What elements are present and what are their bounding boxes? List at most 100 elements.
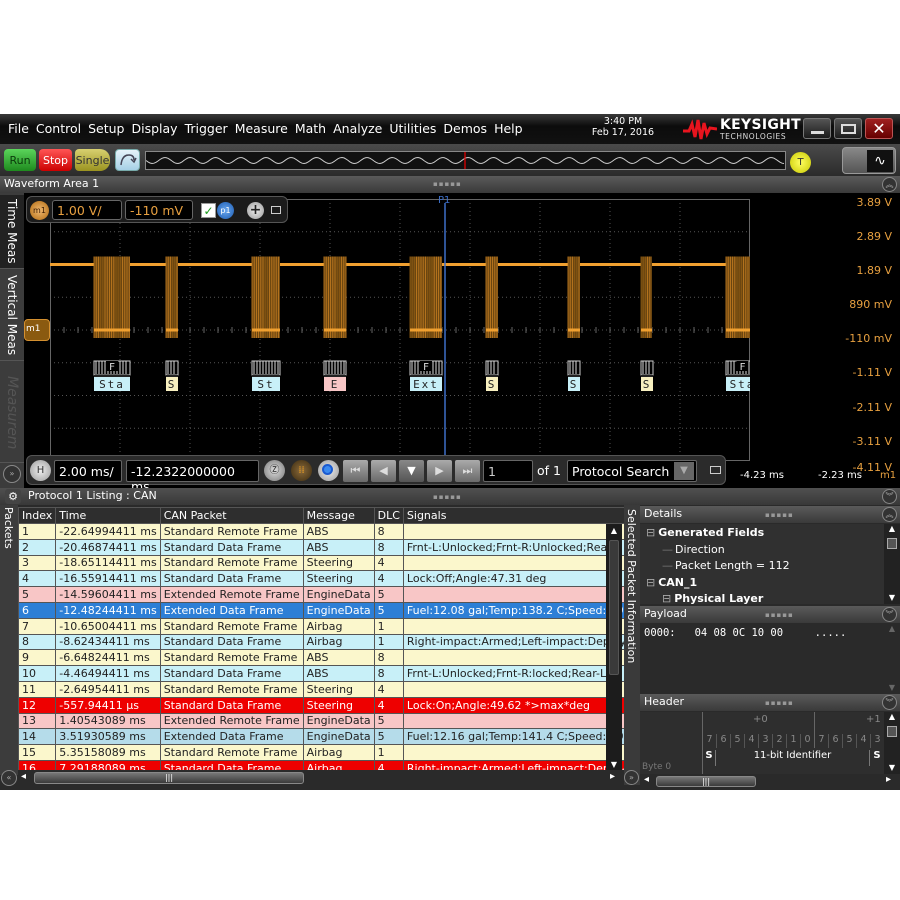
table-row[interactable]: 3 -18.65114411 ms Standard Remote Frame Ste… <box>18 554 624 572</box>
decode-packet[interactable]: St <box>251 360 281 391</box>
single-button[interactable]: Single <box>75 149 110 171</box>
scroll-right-icon[interactable]: ▸ <box>886 774 891 785</box>
table-row[interactable]: 11 -2.64954411 ms Standard Remote Frame Ste… <box>18 680 624 698</box>
menu-setup[interactable]: Setup <box>88 121 124 136</box>
header-horizontal-scrollbar[interactable]: ◂ ||| ▸ <box>640 774 900 789</box>
time-position-field[interactable]: -12.2322000000 ms <box>126 460 259 494</box>
waveform-graticule[interactable]: FStaSStEFExtSSSFStaS <box>50 199 750 461</box>
undock-icon[interactable] <box>710 466 721 474</box>
expand-icon[interactable]: ⊟ <box>646 576 655 589</box>
table-row[interactable]: 16 7.29188089 ms Standard Data Frame Airbag… <box>18 759 624 770</box>
table-row[interactable]: 15 5.35158089 ms Standard Remote Frame Airb… <box>18 744 624 761</box>
menu-demos[interactable]: Demos <box>443 121 487 136</box>
last-result-button[interactable]: ⏭ <box>455 460 480 482</box>
resize-grip[interactable]: ▪▪▪▪▪ <box>765 611 794 619</box>
trigger-status-badge[interactable]: T <box>790 152 811 173</box>
markers-button[interactable]: ⁞⁞ <box>291 460 312 481</box>
search-mode-select[interactable]: Protocol Search ▼ <box>567 460 697 482</box>
table-row[interactable]: 2 -20.46874411 ms Standard Data Frame ABS 8 F… <box>18 538 624 556</box>
vertical-offset-field[interactable]: -110 mV <box>125 200 193 220</box>
column-header-index[interactable]: Index <box>18 507 57 524</box>
table-row[interactable]: 12 -557.94411 µs Standard Data Frame Steeri… <box>18 696 624 714</box>
expand-header-button[interactable]: ︾ <box>882 695 897 710</box>
channel-ground-marker[interactable]: m1 <box>24 319 50 341</box>
menu-math[interactable]: Math <box>295 121 326 136</box>
table-row[interactable]: 4 -16.55914411 ms Standard Data Frame Steer… <box>18 570 624 588</box>
header-scrollbar[interactable]: ▲ ▼ <box>884 712 900 774</box>
tree-node[interactable]: ⊟ Physical Layer <box>662 592 763 604</box>
add-channel-button[interactable]: + <box>247 202 264 219</box>
tree-node[interactable]: — Packet Length = 112 <box>662 559 790 572</box>
field-identifier[interactable]: 11-bit Identifier <box>716 750 870 766</box>
scroll-thumb[interactable]: ||| <box>34 772 304 784</box>
decode-packet[interactable]: F Ext <box>409 360 443 391</box>
decode-packet[interactable]: F Sta <box>725 360 750 391</box>
expand-listing-button[interactable]: ︾ <box>882 489 897 504</box>
table-row[interactable]: 9 -6.64824411 ms Standard Remote Frame ABS 8 <box>18 649 624 667</box>
menu-utilities[interactable]: Utilities <box>389 121 436 136</box>
column-header-time[interactable]: Time <box>55 507 161 524</box>
vertical-scale-field[interactable]: 1.00 V/ <box>52 200 122 220</box>
close-button[interactable]: ✕ <box>865 118 893 139</box>
scroll-up-icon[interactable]: ▲ <box>606 526 622 535</box>
autoscale-button[interactable] <box>115 149 140 171</box>
p1-marker-label[interactable]: P1 <box>438 195 450 206</box>
menu-display[interactable]: Display <box>132 121 178 136</box>
tree-node[interactable]: ⊟ CAN_1 <box>646 576 697 589</box>
channel-badge[interactable]: m1 <box>30 201 49 220</box>
column-header-can-packet[interactable]: CAN Packet <box>159 507 304 524</box>
next-result-button[interactable]: ▶ <box>427 460 452 482</box>
scroll-down-icon[interactable]: ▼ <box>606 760 622 769</box>
decode-packet[interactable]: S <box>485 360 499 391</box>
resize-grip[interactable]: ▪▪▪▪▪ <box>765 511 794 519</box>
resize-grip[interactable]: ▪▪▪▪▪ <box>765 699 794 707</box>
prev-result-button[interactable]: ◀ <box>371 460 396 482</box>
undock-icon[interactable] <box>271 206 281 214</box>
resize-grip[interactable]: ▪▪▪▪▪ <box>433 180 462 188</box>
expand-icon[interactable]: ⊟ <box>662 592 671 604</box>
time-scale-field[interactable]: 2.00 ms/ <box>54 460 122 482</box>
column-header-dlc[interactable]: DLC <box>373 507 404 524</box>
details-scrollbar[interactable]: ▲ ▼ <box>884 524 900 604</box>
zoom-button[interactable]: Ⓩ <box>264 460 285 481</box>
decode-packet[interactable]: S <box>567 360 581 391</box>
decode-packet[interactable]: S <box>640 360 654 391</box>
table-vertical-scrollbar[interactable]: ▲ ▼ <box>606 524 622 771</box>
horizontal-badge[interactable]: H <box>30 460 51 481</box>
menu-help[interactable]: Help <box>494 121 523 136</box>
menu-analyze[interactable]: Analyze <box>333 121 382 136</box>
table-row[interactable]: 8 -8.62434411 ms Standard Data Frame Airbag… <box>18 633 624 651</box>
expand-payload-button[interactable]: ︾ <box>882 607 897 622</box>
selected-packet-side-tab[interactable]: Selected Packet Information » <box>624 505 640 785</box>
run-button[interactable]: Run <box>4 149 36 171</box>
search-button[interactable] <box>318 460 339 481</box>
channel-enable-checkbox[interactable]: ✓ <box>201 203 216 218</box>
table-row[interactable]: 13 1.40543089 ms Extended Remote Frame Engi… <box>18 712 624 730</box>
expand-right-button[interactable]: » <box>624 770 639 785</box>
scroll-thumb[interactable] <box>609 540 619 675</box>
search-index-field[interactable]: 1 <box>483 460 533 482</box>
gear-icon[interactable]: ⚙ <box>5 489 21 504</box>
scroll-left-icon[interactable]: ◂ <box>21 771 26 782</box>
table-row[interactable]: 14 3.51930589 ms Extended Data Frame Engine… <box>18 728 624 746</box>
scroll-thumb[interactable] <box>887 726 897 737</box>
resize-grip[interactable]: ▪▪▪▪▪ <box>433 493 462 501</box>
tree-node[interactable]: — Direction <box>662 543 725 556</box>
column-header-signals[interactable]: Signals <box>402 507 624 524</box>
tab-time-meas[interactable]: Time Meas <box>0 195 24 269</box>
field-s[interactable]: S <box>870 750 884 766</box>
jump-result-button[interactable]: ▼ <box>399 460 424 482</box>
first-result-button[interactable]: ⏮ <box>343 460 368 482</box>
display-mode-button[interactable]: ∿ <box>842 147 896 174</box>
field-sof[interactable]: S <box>702 750 716 766</box>
tab-measurements[interactable]: Measurem <box>0 363 24 463</box>
menu-trigger[interactable]: Trigger <box>185 121 228 136</box>
waveform-display[interactable]: FStaSStEFExtSSSFStaS P1 m1 m1 1.00 V/ -1… <box>24 193 900 494</box>
acquisition-overview[interactable] <box>145 151 786 170</box>
menu-file[interactable]: File <box>8 121 29 136</box>
expand-measurements-button[interactable]: » <box>3 465 21 483</box>
collapse-left-button[interactable]: « <box>1 770 17 786</box>
table-row[interactable]: 7 -10.65004411 ms Standard Remote Frame Air… <box>18 617 624 635</box>
collapse-waveform-button[interactable]: ︽ <box>882 177 897 192</box>
protocol-badge[interactable]: p1 <box>217 202 234 219</box>
